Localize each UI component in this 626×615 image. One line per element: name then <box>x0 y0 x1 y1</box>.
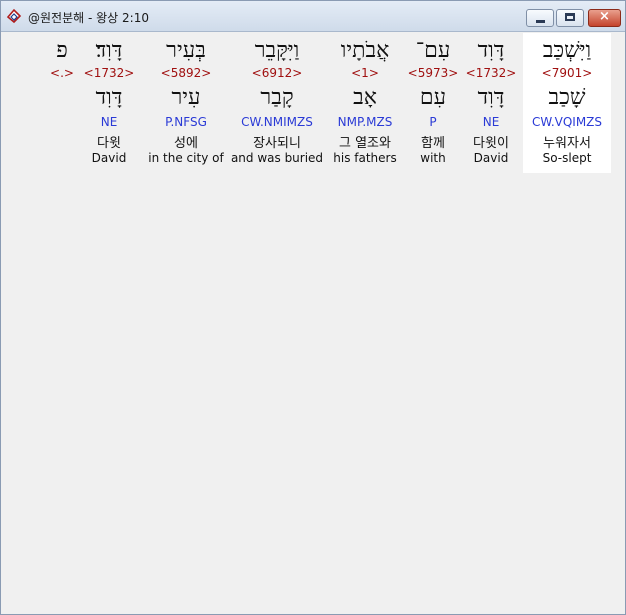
strong-number[interactable]: <5892> <box>143 66 229 80</box>
word-column[interactable]: וַיִּשְׁכַּב <7901> שָׁכַב CW.VQIMZS 누워자… <box>523 33 611 173</box>
parsing-code: P <box>429 115 437 129</box>
title-bar[interactable]: @원전분해 - 왕상 2:10 × <box>1 1 625 32</box>
close-icon: × <box>599 9 610 24</box>
lemma-word: קָבַר <box>260 85 294 110</box>
parsing-code: CW.NMIMZS <box>241 115 313 129</box>
word-column[interactable]: אֲבֹתָיו <1> אָב NMP.MZS 그 열조와 his fathe… <box>325 33 405 173</box>
hebrew-word: דָּוִד׃ <box>95 38 123 63</box>
interlinear-panel: וַיִּשְׁכַּב <7901> שָׁכַב CW.VQIMZS 누워자… <box>7 33 619 611</box>
strong-number[interactable]: <5973> <box>404 66 462 80</box>
korean-gloss: 다윗이 <box>473 136 509 151</box>
maximize-button[interactable] <box>556 9 584 27</box>
strong-number[interactable]: <7901> <box>523 66 611 80</box>
strong-number[interactable]: <.> <box>47 66 77 80</box>
word-column[interactable]: דָּוִד׃ <1732> דָּוִד NE 다윗 David <box>81 33 137 173</box>
lemma-word: עִם <box>419 85 447 110</box>
word-column[interactable]: פ <.> <box>47 33 77 173</box>
strong-number[interactable]: <6912> <box>229 66 325 80</box>
parsing-code: NE <box>100 115 118 129</box>
parsing-code: CW.VQIMZS <box>531 115 603 129</box>
hebrew-word: אֲבֹתָיו <box>340 38 390 63</box>
lemma-word: שָׁכַב <box>548 85 586 110</box>
strong-number[interactable]: <1732> <box>81 66 137 80</box>
word-column[interactable]: וַיִּקָּבֵר <6912> קָבַר CW.NMIMZS 장사되니 … <box>229 33 325 173</box>
english-gloss: David <box>91 151 127 165</box>
korean-gloss: 장사되니 <box>253 136 301 151</box>
parsing-code: NMP.MZS <box>337 115 393 129</box>
strong-number[interactable]: <1> <box>325 66 405 80</box>
hebrew-word: וַיִּקָּבֵר <box>254 38 300 63</box>
lemma-word: דָּוִד <box>95 85 123 110</box>
korean-gloss: 다윗 <box>97 136 121 151</box>
english-gloss: and was buried <box>230 151 324 165</box>
bible-app-icon <box>6 8 22 24</box>
window-title: @원전분해 - 왕상 2:10 <box>28 11 149 25</box>
english-gloss: David <box>473 151 509 165</box>
maximize-icon <box>565 13 575 21</box>
minimize-icon <box>536 20 545 23</box>
english-gloss: his fathers <box>333 151 397 165</box>
hebrew-word: בְּעִיר <box>166 38 206 63</box>
word-column[interactable]: דָּוִד <1732> דָּוִד NE 다윗이 David <box>462 33 520 173</box>
english-gloss: in the city of <box>148 151 224 165</box>
hebrew-word: פ <box>56 38 68 63</box>
english-gloss: with <box>420 151 446 165</box>
parsing-code: P.NFSG <box>165 115 207 129</box>
korean-gloss: 누워자서 <box>543 136 591 151</box>
word-column[interactable]: בְּעִיר <5892> עִיר P.NFSG 성에 in the cit… <box>143 33 229 173</box>
hebrew-word: וַיִּשְׁכַּב <box>542 38 592 63</box>
strong-number[interactable]: <1732> <box>462 66 520 80</box>
close-button[interactable]: × <box>588 9 621 27</box>
hebrew-word: עִם־ <box>415 38 451 63</box>
word-column[interactable]: עִם־ <5973> עִם P 함께 with <box>404 33 462 173</box>
lemma-word: דָּוִד <box>477 85 505 110</box>
parsing-code: NE <box>482 115 500 129</box>
korean-gloss: 그 열조와 <box>339 136 391 151</box>
english-gloss: So-slept <box>542 151 592 165</box>
minimize-button[interactable] <box>526 9 554 27</box>
korean-gloss: 성에 <box>174 136 198 151</box>
lemma-word: עִיר <box>171 85 201 110</box>
app-window: @원전분해 - 왕상 2:10 × וַיִּשְׁכַּב <7901> שָ… <box>0 0 626 615</box>
hebrew-word: דָּוִד <box>477 38 505 63</box>
korean-gloss: 함께 <box>421 136 445 151</box>
lemma-word: אָב <box>353 85 377 110</box>
